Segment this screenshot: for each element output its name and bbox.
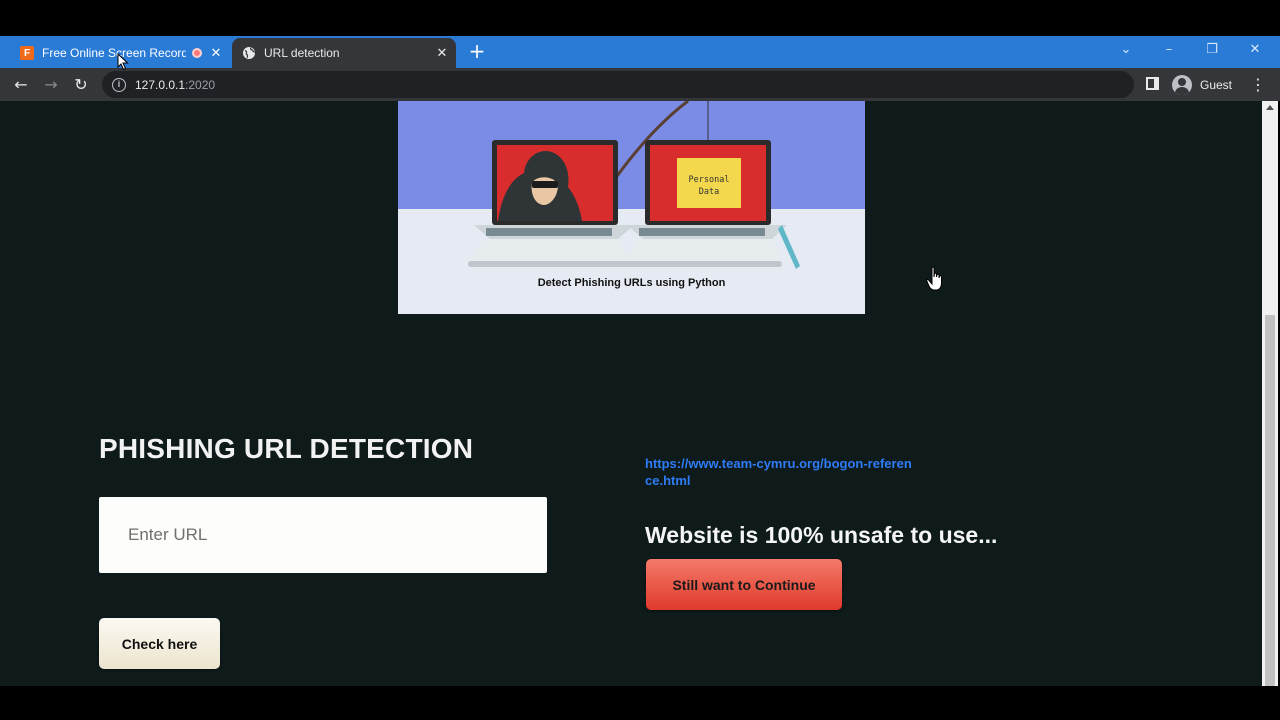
url-host: 127.0.0.1 <box>135 77 186 92</box>
sticky-note-line-2: Data <box>699 187 719 197</box>
sticky-note-line-1: Personal <box>689 175 730 185</box>
screen: F Free Online Screen Recorder ✕ URL dete… <box>0 0 1280 720</box>
banner-caption: Detect Phishing URLs using Python <box>537 277 726 289</box>
tab-title: Free Online Screen Recorder <box>42 46 186 60</box>
tab-search-chevron-icon[interactable]: ⌄ <box>1112 38 1140 62</box>
url-port: :2020 <box>185 77 216 92</box>
globe-icon <box>242 46 256 60</box>
close-tab-icon[interactable]: ✕ <box>434 45 450 61</box>
still-want-to-continue-button[interactable]: Still want to Continue <box>646 559 842 610</box>
profile-label: Guest <box>1200 78 1233 92</box>
page-title: PHISHING URL DETECTION <box>99 433 474 464</box>
hand-pointer-cursor-icon <box>926 266 942 291</box>
site-info-icon[interactable]: i <box>112 77 126 92</box>
back-button[interactable]: ← <box>9 73 33 97</box>
address-bar[interactable]: i 127.0.0.1:2020 <box>102 71 1134 98</box>
forward-button[interactable]: → <box>39 73 63 97</box>
checked-url-link[interactable]: https://www.team-cymru.org/bogon-referen… <box>645 455 915 489</box>
screen-bottom-letterbox <box>0 686 1280 720</box>
avatar-icon <box>1172 75 1192 95</box>
reload-button[interactable]: ↻ <box>69 73 93 97</box>
tab-url-detection[interactable]: URL detection ✕ <box>232 38 456 68</box>
minimize-button[interactable]: – <box>1155 38 1183 62</box>
check-here-button[interactable]: Check here <box>99 618 220 669</box>
safety-verdict: Website is 100% unsafe to use... <box>645 522 998 548</box>
browser-toolbar: ← → ↻ i 127.0.0.1:2020 Guest ⋮ <box>0 68 1280 101</box>
url-input[interactable] <box>99 497 547 573</box>
side-panel-icon[interactable] <box>1146 77 1159 90</box>
restore-button[interactable]: ❐ <box>1198 38 1226 62</box>
browser-title-bar: F Free Online Screen Recorder ✕ URL dete… <box>0 36 1280 68</box>
profile-button[interactable]: Guest <box>1172 73 1232 97</box>
free-online-screen-recorder-icon: F <box>20 46 34 60</box>
new-tab-button[interactable]: + <box>466 40 488 62</box>
recording-indicator-icon <box>192 48 202 58</box>
close-window-button[interactable]: ✕ <box>1241 38 1269 62</box>
scroll-up-arrow-icon[interactable] <box>1266 105 1274 110</box>
scrollbar-thumb[interactable] <box>1265 315 1275 686</box>
close-tab-icon[interactable]: ✕ <box>208 45 224 61</box>
tab-title: URL detection <box>264 46 340 60</box>
phishing-banner-image: Personal Data Detect Phishing URLs using… <box>398 101 865 314</box>
browser-menu-icon[interactable]: ⋮ <box>1250 73 1266 97</box>
mouse-arrow-cursor-icon <box>117 53 129 71</box>
page-scrollbar[interactable] <box>1262 101 1278 686</box>
page-viewport: Personal Data Detect Phishing URLs using… <box>0 101 1262 686</box>
